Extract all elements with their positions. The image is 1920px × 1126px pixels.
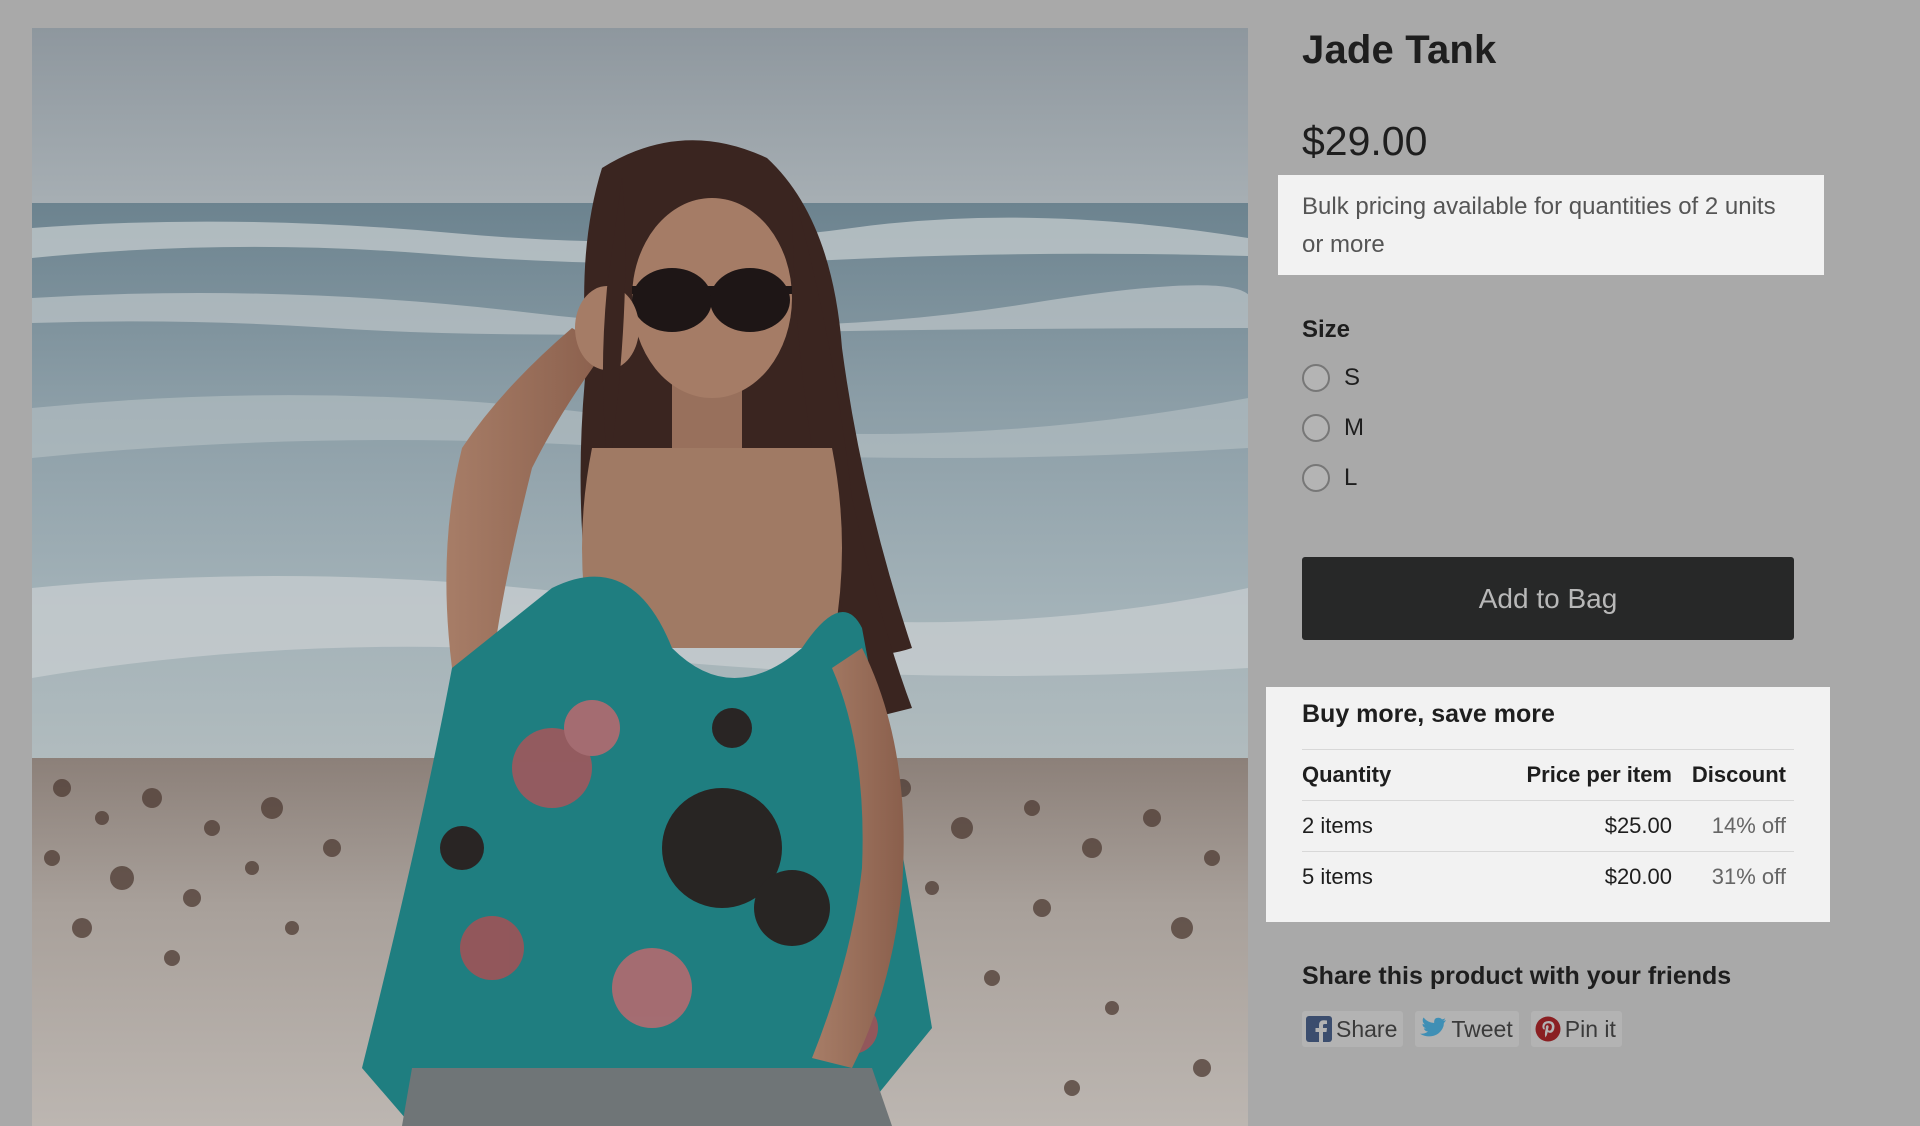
bulk-pricing-note: Bulk pricing available for quantities of…: [1278, 175, 1824, 275]
table-row: 2 items $25.00 14% off: [1302, 800, 1794, 852]
product-title: Jade Tank: [1302, 28, 1497, 72]
row-quantity: 5 items: [1302, 851, 1492, 902]
pinterest-share-button[interactable]: Pin it: [1530, 1011, 1622, 1047]
twitter-share-button[interactable]: Tweet: [1415, 1011, 1519, 1047]
row-discount: 31% off: [1672, 851, 1794, 902]
size-option-s[interactable]: S: [1302, 362, 1360, 394]
bulk-discount-table: Quantity Price per item Discount 2 items…: [1302, 749, 1794, 902]
row-quantity: 2 items: [1302, 800, 1492, 852]
row-price: $25.00: [1492, 800, 1672, 852]
product-info-panel: Jade Tank $29.00 Bulk pricing available …: [1266, 0, 1902, 1126]
product-image: [32, 28, 1248, 1126]
share-button-label: Tweet: [1451, 1015, 1513, 1042]
row-price: $20.00: [1492, 851, 1672, 902]
product-price: $29.00: [1302, 118, 1428, 164]
twitter-icon: [1420, 1017, 1447, 1037]
bulk-discount-title: Buy more, save more: [1302, 700, 1555, 728]
product-photo-illustration: [32, 28, 1248, 1126]
share-heading: Share this product with your friends: [1302, 962, 1732, 990]
size-option-label: L: [1344, 464, 1358, 491]
table-header-row: Quantity Price per item Discount: [1302, 749, 1794, 801]
share-buttons: Share Tweet Pin it: [1302, 1011, 1622, 1047]
size-option-l[interactable]: L: [1302, 462, 1357, 494]
share-button-label: Pin it: [1564, 1015, 1616, 1042]
add-to-bag-button[interactable]: Add to Bag: [1302, 557, 1794, 640]
size-option-label: M: [1344, 414, 1364, 441]
column-header-price: Price per item: [1492, 749, 1672, 801]
share-button-label: Share: [1336, 1015, 1398, 1042]
bulk-discount-card: Buy more, save more Quantity Price per i…: [1266, 687, 1830, 922]
size-radio-m[interactable]: [1302, 414, 1330, 442]
column-header-discount: Discount: [1672, 749, 1794, 801]
size-radio-l[interactable]: [1302, 464, 1330, 492]
size-radio-s[interactable]: [1302, 364, 1330, 392]
size-option-label: S: [1344, 364, 1361, 391]
size-option-m[interactable]: M: [1302, 412, 1364, 444]
table-row: 5 items $20.00 31% off: [1302, 851, 1794, 902]
facebook-share-button[interactable]: Share: [1302, 1011, 1404, 1047]
size-label: Size: [1302, 316, 1351, 343]
row-discount: 14% off: [1672, 800, 1794, 852]
facebook-icon: [1306, 1016, 1332, 1042]
column-header-quantity: Quantity: [1302, 749, 1492, 801]
pinterest-icon: [1535, 1016, 1561, 1042]
